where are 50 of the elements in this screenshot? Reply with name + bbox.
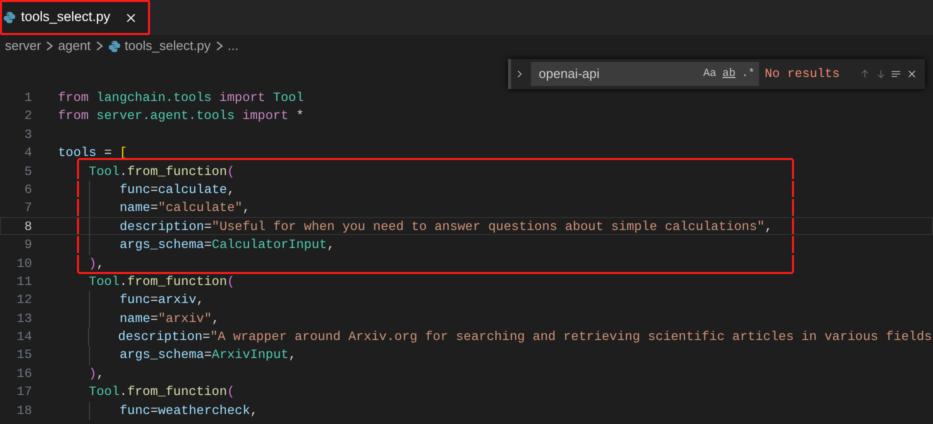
code-line: func=calculate, [120,180,235,198]
line-number: 1 [23,89,32,106]
line-number: 7 [23,199,32,216]
line-number: 18 [16,402,32,418]
code-line: args_schema=ArxivInput, [120,346,296,363]
line-number: 16 [16,364,32,382]
code-line: ), [88,254,104,271]
code-line: name="arxiv", [120,310,220,326]
python-file-icon [108,40,121,52]
find-option[interactable]: .* [742,66,755,82]
code-line: Tool.from_function( [88,162,235,179]
code-line: Tool.from_function( [88,272,235,290]
no-results-text: No results [764,66,840,83]
line-number: 5 [23,162,32,179]
find-option[interactable]: Aa [703,66,716,82]
line-number: 10 [16,254,32,271]
line-number: 2 [23,107,32,124]
find-option[interactable]: ab [722,66,736,82]
line-number: 13 [16,310,32,326]
line-number: 17 [16,383,32,400]
line-number: 4 [23,144,32,161]
line-number: 9 [23,236,32,253]
code-line: func=weathercheck, [120,402,258,418]
code-line: func=arxiv, [120,291,204,308]
chevron-icon [94,41,104,51]
line-number: 3 [23,126,32,142]
code-line: args_schema=CalculatorInput, [120,236,335,253]
line-number: 15 [16,346,32,363]
more-crumb[interactable]: ... [228,36,239,56]
code-line: name="calculate", [120,199,250,216]
line-number: 12 [16,291,32,308]
find-field[interactable]: openai-api Aa ab .* [530,62,759,86]
chevron-icon [45,41,54,51]
breadcrumb-item[interactable]: tools_select.py [124,36,211,56]
line-number: 8 [23,218,32,234]
python-file-icon [3,11,16,24]
line-number: 11 [16,272,32,290]
breadcrumb-item[interactable]: server [5,36,42,56]
code-line: ), [88,364,104,382]
breadcrumb-item[interactable]: agent [58,36,91,56]
line-number: 14 [16,328,32,344]
close-icon[interactable] [125,12,138,24]
line-number: 6 [23,180,32,198]
code-line: from langchain.tools import Tool [58,89,304,106]
code-line: description="A wrapper around Arxiv.org for searching and retrieving scientific articles in various fields [118,328,932,344]
code-line: from server.agent.tools import * [58,107,304,124]
code-line: description="Useful for when you need to answer questions about simple calculations", [120,218,772,234]
code-line: Tool.from_function( [88,383,235,400]
chevron-icon [214,41,224,51]
file-tab[interactable]: tools_select.py [0,0,150,35]
